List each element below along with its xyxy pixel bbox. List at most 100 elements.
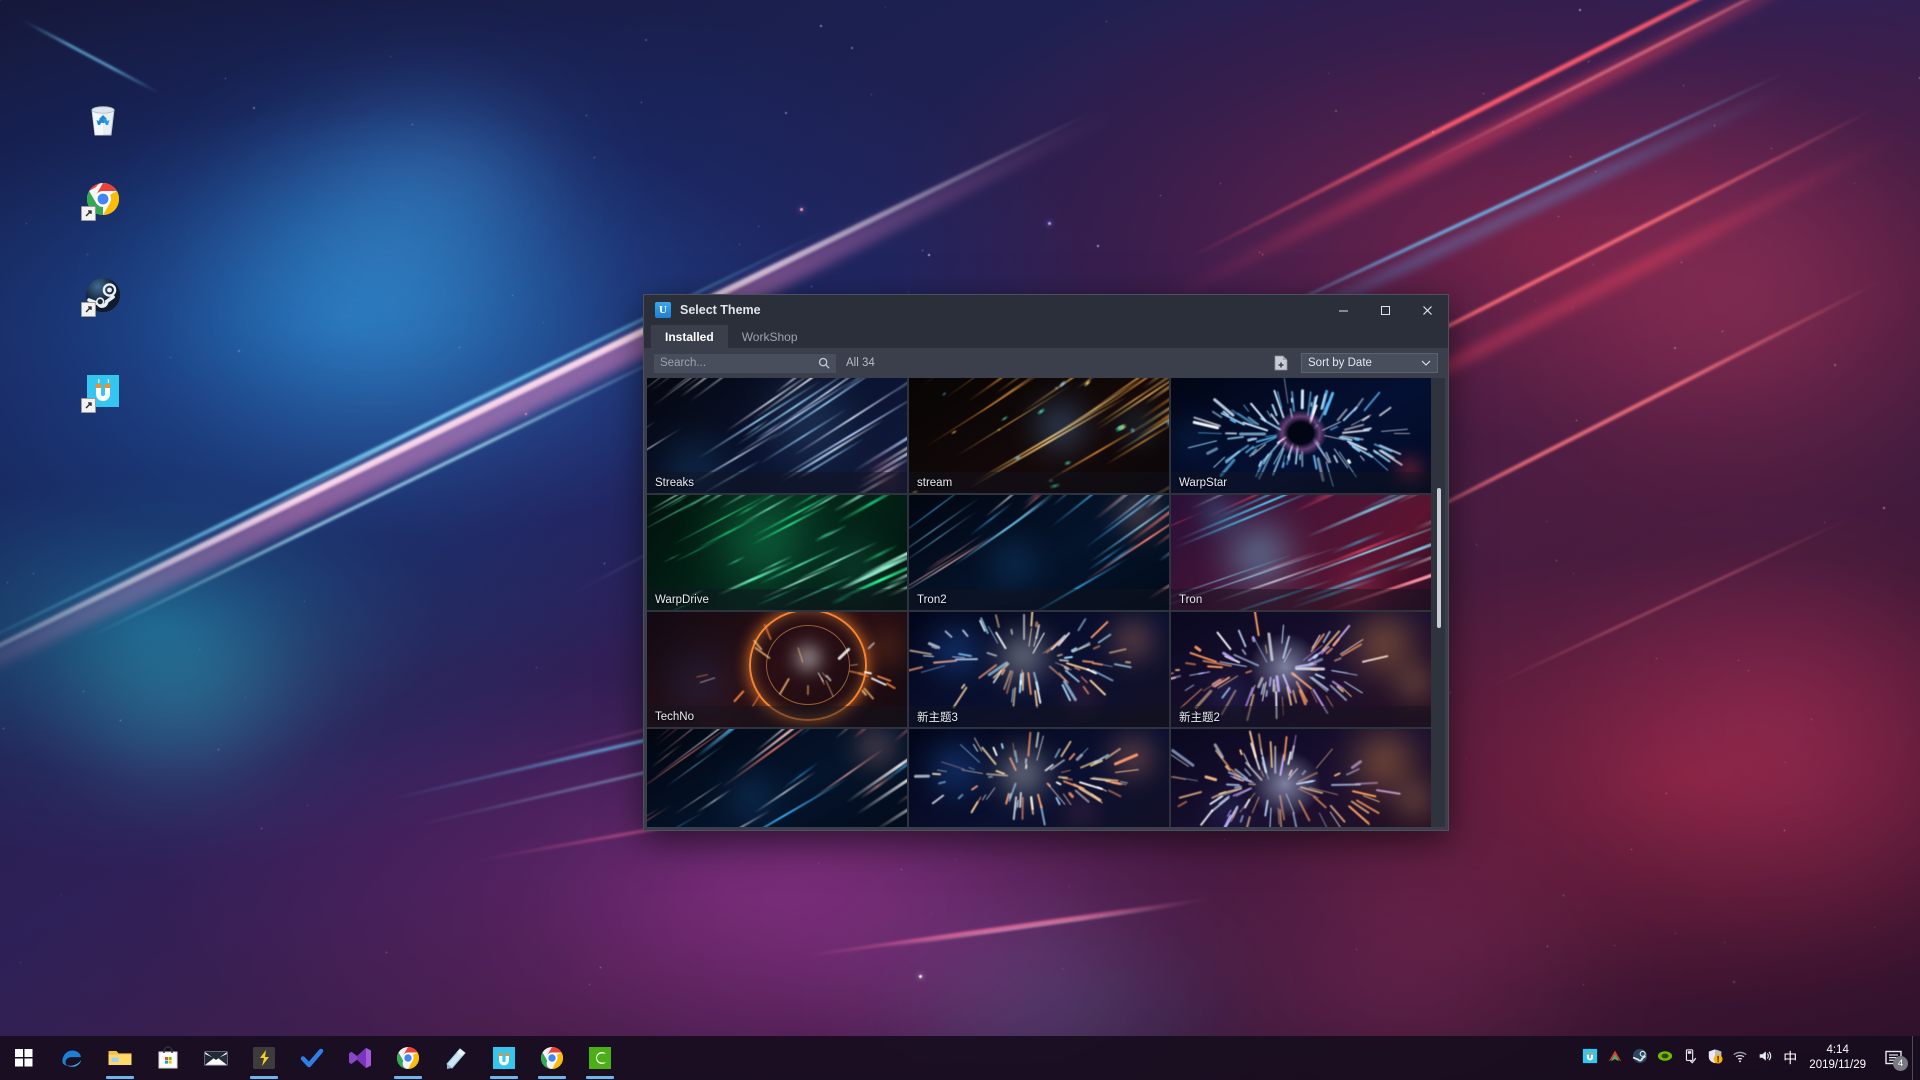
ultimate-icon	[491, 1045, 517, 1071]
taskbar-app-sticky-notes[interactable]	[432, 1036, 480, 1080]
theme-name-label: Tron	[1171, 589, 1431, 610]
taskbar-app-microsoft-edge[interactable]	[48, 1036, 96, 1080]
theme-toolbar: All 34 Sort by Date	[644, 348, 1448, 378]
desktop-icon-google-chrome[interactable]	[57, 178, 149, 225]
taskbar-running-indicator	[106, 1076, 134, 1079]
store-icon	[155, 1045, 181, 1071]
tray-nvidia-tray[interactable]	[1652, 1036, 1677, 1080]
taskbar-running-indicator	[586, 1076, 614, 1079]
theme-card[interactable]: Tron	[1171, 495, 1431, 610]
theme-name-label: TechNo	[647, 706, 907, 727]
taskbar-app-wechat-dev[interactable]	[576, 1036, 624, 1080]
theme-thumbnail-image	[909, 729, 1169, 827]
visual-studio-icon	[347, 1045, 373, 1071]
sort-dropdown[interactable]: Sort by Date	[1301, 353, 1438, 373]
folder-icon	[107, 1045, 133, 1071]
taskbar-app-snipaste[interactable]	[240, 1036, 288, 1080]
theme-thumbnail-image	[647, 729, 907, 827]
theme-name-label: Streaks	[647, 472, 907, 493]
ultimate-live-wallpaper-icon	[81, 370, 124, 413]
taskbar-running-indicator	[394, 1076, 422, 1079]
theme-card[interactable]: stream	[909, 378, 1169, 493]
notes-icon	[443, 1045, 469, 1071]
search-box[interactable]	[654, 353, 836, 373]
taskbar-clock[interactable]: 4:14 2019/11/29	[1803, 1036, 1876, 1080]
window-titlebar[interactable]: U Select Theme	[644, 295, 1448, 325]
desktop-icon-ultimate-live-wallpaper[interactable]	[57, 370, 149, 417]
action-center-button[interactable]: 4	[1876, 1036, 1912, 1080]
add-file-icon[interactable]	[1271, 353, 1291, 373]
theme-thumbnail-image	[1171, 729, 1431, 827]
ultimate-icon	[1582, 1048, 1598, 1069]
taskbar-app-list	[48, 1036, 624, 1080]
steam-icon	[81, 274, 124, 317]
theme-card[interactable]: 新主题3	[909, 612, 1169, 727]
recycle-bin-icon	[82, 98, 124, 140]
theme-card[interactable]: WarpStar	[1171, 378, 1431, 493]
theme-grid-area[interactable]: Streaks stream WarpStar WarpDrive Tron2 Tron T…	[647, 378, 1445, 827]
ultimate-live-wallpaper-icon: U	[655, 302, 671, 318]
theme-card[interactable]: WarpDrive	[647, 495, 907, 610]
mail-icon	[203, 1045, 229, 1071]
theme-name-label: WarpDrive	[647, 589, 907, 610]
taskbar-app-mail[interactable]	[192, 1036, 240, 1080]
window-tab-bar[interactable]: Installed WorkShop	[644, 325, 1448, 348]
chrome-icon	[395, 1045, 421, 1071]
theme-card[interactable]: Streaks	[647, 378, 907, 493]
theme-card-partial[interactable]	[1171, 729, 1431, 827]
tray-safely-remove-hardware[interactable]	[1677, 1036, 1702, 1080]
theme-card[interactable]: Tron2	[909, 495, 1169, 610]
taskbar-app-chrome-window[interactable]	[528, 1036, 576, 1080]
shortcut-overlay-icon	[81, 302, 96, 317]
clock-time: 4:14	[1826, 1044, 1849, 1056]
desktop-icon-steam[interactable]	[57, 274, 149, 321]
tray-aida-tray[interactable]	[1602, 1036, 1627, 1080]
green-c-icon	[587, 1045, 613, 1071]
theme-name-label: 新主题2	[1171, 706, 1431, 727]
taskbar-app-microsoft-store[interactable]	[144, 1036, 192, 1080]
taskbar-running-indicator	[250, 1076, 278, 1079]
system-tray: 中 4:14 2019/11/29 4	[1577, 1036, 1920, 1080]
ime-indicator[interactable]: 中	[1777, 1036, 1803, 1080]
tray-security-warning[interactable]	[1702, 1036, 1727, 1080]
tray-icon-list	[1577, 1036, 1777, 1080]
search-icon	[818, 357, 830, 369]
minimize-button[interactable]	[1322, 295, 1364, 325]
tray-network[interactable]	[1727, 1036, 1752, 1080]
theme-card[interactable]: 新主题2	[1171, 612, 1431, 727]
desktop-icon-recycle-bin[interactable]	[57, 98, 149, 145]
speaker-icon	[1757, 1048, 1773, 1069]
taskbar-app-google-chrome[interactable]	[384, 1036, 432, 1080]
chevron-down-icon	[1421, 360, 1431, 366]
windows-taskbar[interactable]: 中 4:14 2019/11/29 4	[0, 1036, 1920, 1080]
show-desktop-button[interactable]	[1912, 1036, 1920, 1080]
select-theme-window[interactable]: U Select Theme Installed WorkShop All 34	[643, 294, 1449, 831]
nvidia-icon	[1657, 1048, 1673, 1069]
taskbar-app-visual-studio[interactable]	[336, 1036, 384, 1080]
theme-name-label: Tron2	[909, 589, 1169, 610]
notification-badge: 4	[1893, 1056, 1908, 1071]
red-arrow-icon	[1607, 1048, 1623, 1069]
shortcut-overlay-icon	[81, 206, 96, 221]
start-button[interactable]	[0, 1036, 48, 1080]
tray-ultimate-wallpaper-tray[interactable]	[1577, 1036, 1602, 1080]
tab-installed[interactable]: Installed	[651, 325, 728, 348]
maximize-button[interactable]	[1364, 295, 1406, 325]
taskbar-running-indicator	[538, 1076, 566, 1079]
search-input[interactable]	[660, 357, 818, 369]
vertical-scrollbar[interactable]	[1437, 488, 1441, 628]
wifi-icon	[1732, 1048, 1748, 1069]
tab-workshop[interactable]: WorkShop	[728, 325, 812, 348]
taskbar-app-todo[interactable]	[288, 1036, 336, 1080]
theme-card-partial[interactable]	[647, 729, 907, 827]
tab-installed-label: Installed	[665, 329, 714, 344]
theme-card[interactable]: TechNo	[647, 612, 907, 727]
theme-card-partial[interactable]	[909, 729, 1169, 827]
tray-steam-tray[interactable]	[1627, 1036, 1652, 1080]
taskbar-app-ultimate-wallpaper[interactable]	[480, 1036, 528, 1080]
taskbar-app-file-explorer[interactable]	[96, 1036, 144, 1080]
chrome-icon	[539, 1045, 565, 1071]
tray-volume[interactable]	[1752, 1036, 1777, 1080]
close-button[interactable]	[1406, 295, 1448, 325]
edge-icon	[59, 1045, 85, 1071]
